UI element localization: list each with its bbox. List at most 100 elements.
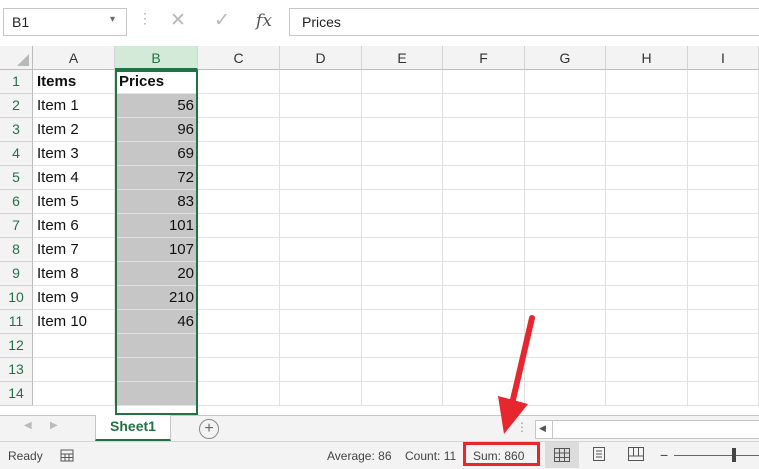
cell-g7[interactable]: [525, 214, 606, 238]
cell-i6[interactable]: [688, 190, 759, 214]
cell-a5[interactable]: Item 4: [33, 166, 115, 190]
column-header-b[interactable]: B: [115, 46, 198, 70]
cell-i10[interactable]: [688, 286, 759, 310]
cell-b10[interactable]: 210: [115, 286, 198, 310]
cell-i12[interactable]: [688, 334, 759, 358]
normal-view-button[interactable]: [545, 442, 579, 468]
cell-i5[interactable]: [688, 166, 759, 190]
chevron-down-icon[interactable]: ▾: [110, 14, 115, 25]
zoom-slider[interactable]: [674, 455, 759, 456]
cell-i4[interactable]: [688, 142, 759, 166]
cell-g9[interactable]: [525, 262, 606, 286]
cell-g6[interactable]: [525, 190, 606, 214]
cell-i14[interactable]: [688, 382, 759, 406]
insert-function-icon[interactable]: fx: [252, 8, 276, 34]
cell-b6[interactable]: 83: [115, 190, 198, 214]
cell-b5[interactable]: 72: [115, 166, 198, 190]
cell-i3[interactable]: [688, 118, 759, 142]
cell-d1[interactable]: [280, 70, 362, 94]
cell-d5[interactable]: [280, 166, 362, 190]
cell-g1[interactable]: [525, 70, 606, 94]
cell-h9[interactable]: [606, 262, 688, 286]
cell-a13[interactable]: [33, 358, 115, 382]
cell-f10[interactable]: [443, 286, 525, 310]
cell-h6[interactable]: [606, 190, 688, 214]
cell-d7[interactable]: [280, 214, 362, 238]
cell-e14[interactable]: [362, 382, 443, 406]
cell-f1[interactable]: [443, 70, 525, 94]
row-header-9[interactable]: 9: [0, 262, 33, 286]
cell-a14[interactable]: [33, 382, 115, 406]
row-header-3[interactable]: 3: [0, 118, 33, 142]
cell-e3[interactable]: [362, 118, 443, 142]
cell-f6[interactable]: [443, 190, 525, 214]
cell-b12[interactable]: [115, 334, 198, 358]
cell-b14[interactable]: [115, 382, 198, 406]
cell-d13[interactable]: [280, 358, 362, 382]
row-header-4[interactable]: 4: [0, 142, 33, 166]
page-layout-icon[interactable]: [591, 447, 607, 461]
cell-h5[interactable]: [606, 166, 688, 190]
status-sum[interactable]: Sum: 860: [473, 449, 524, 463]
cell-i11[interactable]: [688, 310, 759, 334]
cell-d10[interactable]: [280, 286, 362, 310]
cell-d14[interactable]: [280, 382, 362, 406]
horizontal-scrollbar[interactable]: ◀: [535, 420, 759, 439]
cell-i9[interactable]: [688, 262, 759, 286]
cell-e7[interactable]: [362, 214, 443, 238]
cell-c5[interactable]: [198, 166, 280, 190]
cell-a8[interactable]: Item 7: [33, 238, 115, 262]
cell-b11[interactable]: 46: [115, 310, 198, 334]
cell-h10[interactable]: [606, 286, 688, 310]
row-header-8[interactable]: 8: [0, 238, 33, 262]
row-header-13[interactable]: 13: [0, 358, 33, 382]
cell-c8[interactable]: [198, 238, 280, 262]
cell-a7[interactable]: Item 6: [33, 214, 115, 238]
cell-e2[interactable]: [362, 94, 443, 118]
cell-c10[interactable]: [198, 286, 280, 310]
column-header-g[interactable]: G: [525, 46, 606, 70]
row-header-2[interactable]: 2: [0, 94, 33, 118]
cell-h8[interactable]: [606, 238, 688, 262]
cell-e13[interactable]: [362, 358, 443, 382]
row-header-1[interactable]: 1: [0, 70, 33, 94]
column-header-c[interactable]: C: [198, 46, 280, 70]
cell-c14[interactable]: [198, 382, 280, 406]
cell-a11[interactable]: Item 10: [33, 310, 115, 334]
cell-a6[interactable]: Item 5: [33, 190, 115, 214]
cell-e1[interactable]: [362, 70, 443, 94]
cell-c9[interactable]: [198, 262, 280, 286]
cell-c2[interactable]: [198, 94, 280, 118]
cell-e12[interactable]: [362, 334, 443, 358]
cell-c4[interactable]: [198, 142, 280, 166]
cell-c12[interactable]: [198, 334, 280, 358]
cell-d11[interactable]: [280, 310, 362, 334]
cell-e5[interactable]: [362, 166, 443, 190]
cell-a12[interactable]: [33, 334, 115, 358]
cell-f3[interactable]: [443, 118, 525, 142]
zoom-out-icon[interactable]: −: [660, 447, 668, 463]
cell-f8[interactable]: [443, 238, 525, 262]
cell-d3[interactable]: [280, 118, 362, 142]
cell-i7[interactable]: [688, 214, 759, 238]
cell-c1[interactable]: [198, 70, 280, 94]
cell-e9[interactable]: [362, 262, 443, 286]
cell-c3[interactable]: [198, 118, 280, 142]
cell-d12[interactable]: [280, 334, 362, 358]
row-header-14[interactable]: 14: [0, 382, 33, 406]
cell-f5[interactable]: [443, 166, 525, 190]
cell-f9[interactable]: [443, 262, 525, 286]
column-header-e[interactable]: E: [362, 46, 443, 70]
cell-f7[interactable]: [443, 214, 525, 238]
cell-b13[interactable]: [115, 358, 198, 382]
cell-e6[interactable]: [362, 190, 443, 214]
name-box[interactable]: B1 ▾: [3, 8, 127, 36]
cell-i2[interactable]: [688, 94, 759, 118]
cancel-icon[interactable]: ✕: [166, 8, 190, 34]
cell-b3[interactable]: 96: [115, 118, 198, 142]
tab-sheet1[interactable]: Sheet1: [95, 415, 171, 441]
scroll-tabs-left-icon[interactable]: ◀: [24, 420, 32, 431]
cell-b2[interactable]: 56: [115, 94, 198, 118]
cell-h2[interactable]: [606, 94, 688, 118]
cell-f4[interactable]: [443, 142, 525, 166]
